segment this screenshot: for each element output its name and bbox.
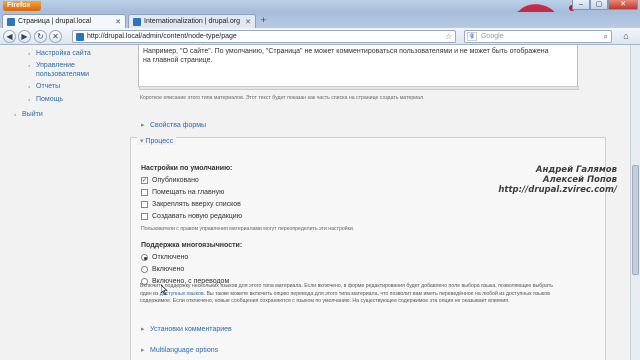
url-bar[interactable]: http://drupal.local/admin/content/node-t… (72, 30, 456, 43)
textarea-description: Короткое описание этого типа материалов.… (140, 95, 425, 101)
tab-page[interactable]: Страница | drupal.local ✕ (2, 14, 126, 28)
admin-sidebar: Настройка сайта Управление пользователям… (0, 45, 118, 360)
sidebar-item-site-settings[interactable]: Настройка сайта (28, 50, 91, 57)
minimize-button[interactable]: – (572, 0, 590, 10)
close-window-button[interactable]: ✕ (608, 0, 638, 10)
checkbox-label: Создавать новую редакцию (152, 213, 242, 220)
tab-strip: Страница | drupal.local ✕ Internationali… (0, 12, 640, 28)
fieldset-workflow-legend[interactable]: Процесс (137, 137, 177, 145)
checkbox-sticky[interactable]: Закреплять вверху списков (141, 201, 241, 208)
radio-disabled[interactable]: Отключено (141, 254, 188, 261)
scrollbar-thumb[interactable] (632, 165, 639, 275)
checkbox-icon[interactable] (141, 213, 148, 220)
title-bar: Firefox – ▢ ✕ (0, 0, 640, 42)
sidebar-item-user-management-cont[interactable]: пользователями (36, 71, 89, 78)
page-scrollbar[interactable] (630, 45, 640, 360)
radio-icon[interactable] (141, 266, 148, 273)
fieldset-form-settings[interactable]: Свойства формы (138, 119, 606, 133)
maximize-button[interactable]: ▢ (590, 0, 608, 10)
firefox-menu-button[interactable]: Firefox (3, 1, 41, 11)
checkbox-label: Помещать на главную (152, 189, 225, 196)
search-placeholder: Google (481, 33, 504, 40)
new-tab-button[interactable]: + (258, 16, 269, 26)
tab-title: Страница | drupal.local (18, 18, 92, 25)
checkbox-checked-icon[interactable]: ✓ (141, 177, 148, 184)
radio-label: Отключено (152, 254, 189, 261)
checkbox-icon[interactable] (141, 189, 148, 196)
multilang-label: Поддержка многоязычности: (141, 242, 243, 249)
checkbox-icon[interactable] (141, 201, 148, 208)
sidebar-item-logout[interactable]: Выйти (14, 111, 43, 118)
forward-button[interactable]: ▶ (18, 30, 31, 43)
fieldset-multilanguage-options[interactable]: Multilanguage options (138, 344, 606, 358)
stop-icon[interactable]: ✕ (49, 30, 62, 43)
search-input[interactable]: g Google ⌕ (464, 30, 612, 43)
textarea-line: на главной странице. (143, 57, 213, 64)
url-text: http://drupal.local/admin/content/node-t… (87, 33, 237, 40)
description-text: . Вы также можете включить опцию перевод… (203, 290, 550, 297)
page-content: Настройка сайта Управление пользователям… (0, 45, 630, 360)
description-textarea[interactable]: Например, "О сайте". По умолчанию, "Стра… (138, 45, 579, 90)
author-watermark: Андрей Галямов Алексей Попов http://drup… (487, 165, 617, 195)
bookmark-star-icon[interactable]: ☆ (445, 31, 452, 42)
sidebar-item-user-management[interactable]: Управление (28, 62, 75, 69)
sidebar-item-reports[interactable]: Отчеты (28, 83, 60, 90)
search-icon[interactable]: ⌕ (604, 31, 608, 42)
reload-icon[interactable]: ↻ (34, 30, 47, 43)
tab-close-icon[interactable]: ✕ (115, 18, 121, 26)
navigation-bar: ◀ ▶ ↻ ✕ http://drupal.local/admin/conten… (0, 28, 640, 45)
checkbox-label: Закреплять вверху списков (152, 201, 241, 208)
drupal-favicon-icon (133, 17, 141, 26)
description-line: Включить поддержку нескольких языков для… (140, 283, 553, 289)
checkbox-revision[interactable]: Создавать новую редакцию (141, 213, 242, 220)
drupal-favicon-icon (7, 17, 15, 26)
checkbox-label: Опубликовано (152, 177, 199, 184)
tab-internationalization[interactable]: Internationalization | drupal.org ✕ (128, 14, 256, 28)
textarea-resize-grip[interactable] (139, 86, 579, 90)
back-button[interactable]: ◀ (3, 30, 16, 43)
tab-title: Internationalization | drupal.org (144, 18, 240, 25)
radio-selected-icon[interactable] (141, 254, 148, 261)
site-icon (76, 33, 84, 41)
textarea-line: Например, "О сайте". По умолчанию, "Стра… (143, 48, 549, 55)
description-line: содержимое. Если отключено, новые сообще… (140, 298, 510, 304)
watermark-line: Андрей Галямов (535, 165, 617, 175)
checkbox-published[interactable]: ✓ Опубликовано (141, 177, 199, 184)
watermark-url: http://drupal.zvirec.com/ (498, 185, 617, 195)
sidebar-item-help[interactable]: Помощь (28, 96, 63, 103)
google-icon: g (467, 32, 477, 41)
home-icon[interactable]: ⌂ (620, 31, 632, 42)
watermark-line: Алексей Попов (542, 175, 617, 185)
multilang-description: Включить поддержку нескольких языков для… (140, 283, 600, 306)
tab-close-icon[interactable]: ✕ (245, 18, 251, 26)
defaults-label: Настройки по умолчанию: (141, 165, 233, 172)
checkbox-promote[interactable]: Помещать на главную (141, 189, 224, 196)
description-text: один из (140, 290, 160, 297)
radio-label: Включено (152, 266, 185, 273)
fieldset-comment-settings[interactable]: Установки комментариев (138, 323, 606, 337)
defaults-description: Пользователи с правом управления материа… (141, 226, 355, 232)
main-form: Например, "О сайте". По умолчанию, "Стра… (130, 45, 610, 360)
radio-enabled[interactable]: Включено (141, 266, 184, 273)
mouse-cursor-icon (161, 285, 168, 295)
